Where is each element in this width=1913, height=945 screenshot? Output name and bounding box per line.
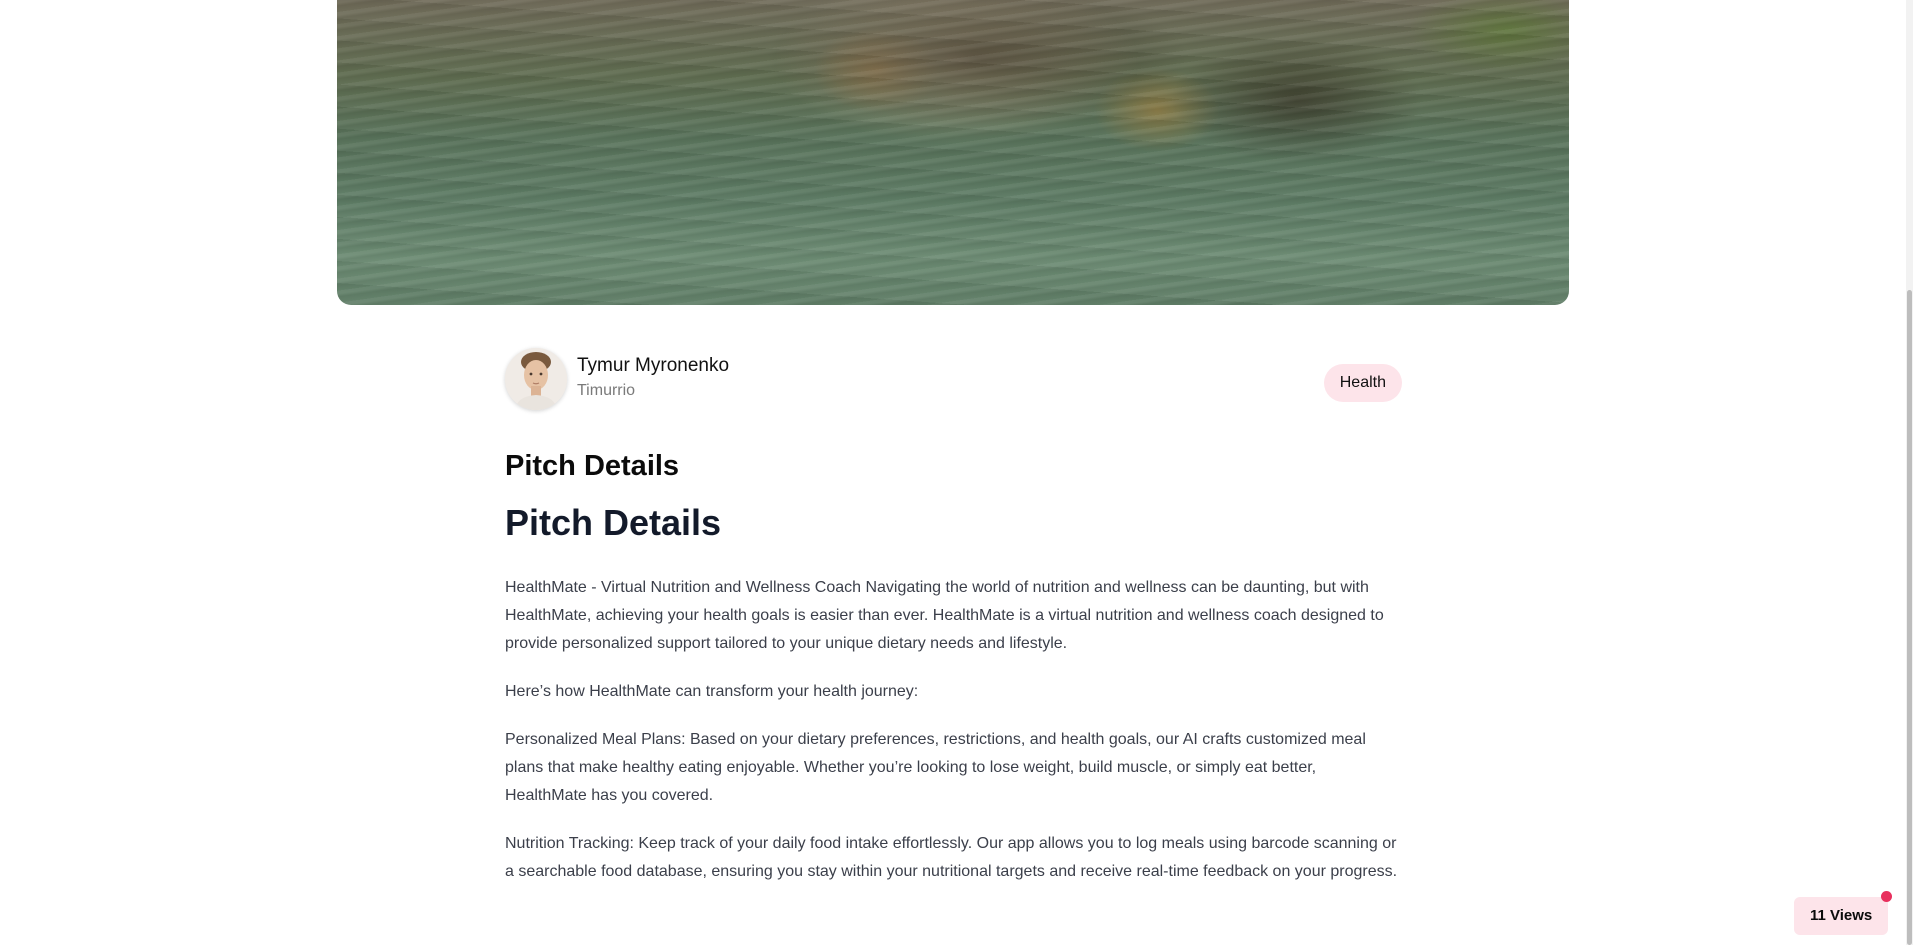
hero-ripples xyxy=(337,0,1569,305)
category-tag[interactable]: Health xyxy=(1323,364,1402,402)
avatar-portrait-icon xyxy=(505,348,567,410)
author-name[interactable]: Tymur Myronenko xyxy=(577,355,729,377)
paragraph-meal-plans: Personalized Meal Plans: Based on your d… xyxy=(505,731,1366,804)
notification-dot-icon xyxy=(1881,891,1893,902)
paragraph-transform: Here’s how HealthMate can transform your… xyxy=(505,683,919,700)
paragraph-nutrition-tracking: Nutrition Tracking: Keep track of your d… xyxy=(505,835,1398,880)
pitch-content: Tymur Myronenko Timurrio Health Pitch De… xyxy=(505,344,1402,906)
avatar[interactable] xyxy=(505,348,567,410)
author-row: Tymur Myronenko Timurrio Health xyxy=(505,344,1402,414)
section-title: Pitch Details xyxy=(505,450,680,482)
author-handle[interactable]: Timurrio xyxy=(577,382,635,400)
views-badge[interactable]: 11 Views xyxy=(1794,891,1893,935)
pitch-body: HealthMate - Virtual Nutrition and Welln… xyxy=(505,574,1402,886)
views-label: 11 Views xyxy=(1810,907,1873,924)
page-scrollbar[interactable] xyxy=(1906,0,1913,945)
page-title: Pitch Details xyxy=(505,502,722,543)
hero-image xyxy=(337,0,1569,305)
paragraph-intro: HealthMate - Virtual Nutrition and Welln… xyxy=(505,579,1384,652)
page: Tymur Myronenko Timurrio Health Pitch De… xyxy=(0,0,1913,945)
scrollbar-thumb[interactable] xyxy=(1907,290,1912,945)
